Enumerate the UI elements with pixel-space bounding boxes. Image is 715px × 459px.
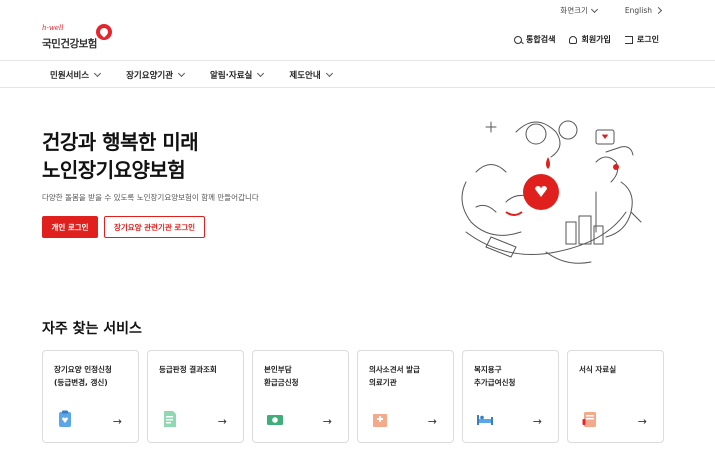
service-card-medical-opinion[interactable]: 의사소견서 발급 의료기관 → xyxy=(357,350,454,443)
arrow-right-icon: → xyxy=(532,415,542,428)
integrated-search-label: 통합검색 xyxy=(526,35,556,44)
nav-item-label: 장기요양기관 xyxy=(126,71,174,81)
integrated-search-link[interactable]: 통합검색 xyxy=(514,34,555,45)
application-icon xyxy=(59,410,71,427)
arrow-right-icon: → xyxy=(112,415,122,428)
login-label: 로그인 xyxy=(636,35,659,44)
service-card-welfare-equipment[interactable]: 복지용구 추가급여신청 → xyxy=(462,350,559,443)
service-card-label: 본인부담 환급금신청 xyxy=(264,365,299,387)
nav-item-ltc-institution[interactable]: 장기요양기관 xyxy=(126,69,186,81)
nav-item-label: 민원서비스 xyxy=(50,71,90,81)
personal-login-button[interactable]: 개인 로그인 xyxy=(42,216,98,238)
services-card-list: 장기요양 인정신청 (등급변경, 갱신) → 등급판정 결과조회 → 본인부담 … xyxy=(42,350,664,443)
hero-description: 다양한 돌봄을 받을 수 있도록 노인장기요양보험이 함께 만들어갑니다 xyxy=(42,193,259,202)
service-card-refund[interactable]: 본인부담 환급금신청 → xyxy=(252,350,349,443)
signup-label: 회원가입 xyxy=(581,35,611,44)
nav-item-civil-service[interactable]: 민원서비스 xyxy=(50,69,102,81)
chevron-down-icon xyxy=(177,69,186,78)
language-label: English xyxy=(624,6,652,15)
font-size-label: 화면크기 xyxy=(560,6,588,15)
document-icon xyxy=(164,411,176,427)
hero-title: 건강과 행복한 미래 노인장기요양보험 xyxy=(42,128,199,184)
chevron-down-icon xyxy=(325,69,333,78)
site-logo[interactable]: h-well 국민건강보험 xyxy=(42,24,114,54)
hero-illustration xyxy=(461,120,642,264)
chevron-down-icon xyxy=(94,69,102,78)
service-card-label: 장기요양 인정신청 (등급변경, 갱신) xyxy=(54,365,112,387)
service-card-label: 서식 자료실 xyxy=(579,365,617,374)
nav-item-label: 제도안내 xyxy=(289,71,321,81)
utility-bar: 화면크기 English xyxy=(560,5,663,16)
bed-icon xyxy=(477,415,493,425)
arrow-right-icon: → xyxy=(427,415,437,428)
arrow-right-icon: → xyxy=(217,415,227,428)
institution-login-button[interactable]: 장기요양 관련기관 로그인 xyxy=(104,216,205,238)
services-title: 자주 찾는 서비스 xyxy=(42,321,142,337)
arrow-right-icon: → xyxy=(637,415,647,428)
nav-item-notice-archive[interactable]: 알림·자료실 xyxy=(210,69,265,81)
main-nav: 민원서비스 장기요양기관 알림·자료실 제도안내 xyxy=(0,60,715,88)
folder-icon xyxy=(582,412,596,427)
arrow-right-icon: → xyxy=(322,415,332,428)
logo-text-en: h-well xyxy=(42,24,64,32)
service-card-ltc-application[interactable]: 장기요양 인정신청 (등급변경, 갱신) → xyxy=(42,350,139,443)
login-icon xyxy=(624,35,633,44)
login-link[interactable]: 로그인 xyxy=(624,34,659,45)
chevron-down-icon xyxy=(590,5,598,13)
hero-title-line1: 건강과 행복한 미래 xyxy=(42,130,199,154)
money-icon xyxy=(267,415,283,425)
hero-title-line2: 노인장기요양보험 xyxy=(42,158,186,182)
chevron-down-icon xyxy=(257,69,265,78)
logo-text-ko: 국민건강보험 xyxy=(42,38,97,50)
hospital-icon xyxy=(373,414,387,427)
logo-heart-icon xyxy=(96,24,112,40)
service-card-form-archive[interactable]: 서식 자료실 → xyxy=(567,350,664,443)
language-link[interactable]: English xyxy=(624,5,663,16)
font-size-control[interactable]: 화면크기 xyxy=(560,5,598,16)
service-card-label: 복지용구 추가급여신청 xyxy=(474,365,516,387)
service-card-label: 등급판정 결과조회 xyxy=(159,365,217,374)
search-icon xyxy=(514,35,522,44)
nav-item-system-guide[interactable]: 제도안내 xyxy=(289,69,333,81)
service-card-grade-result[interactable]: 등급판정 결과조회 → xyxy=(147,350,244,443)
header-actions: 통합검색 회원가입 로그인 xyxy=(514,34,659,45)
chevron-right-icon xyxy=(654,6,663,15)
signup-link[interactable]: 회원가입 xyxy=(569,34,611,45)
nav-item-label: 알림·자료실 xyxy=(210,71,253,81)
user-icon xyxy=(569,35,578,44)
service-card-label: 의사소견서 발급 의료기관 xyxy=(369,365,420,387)
